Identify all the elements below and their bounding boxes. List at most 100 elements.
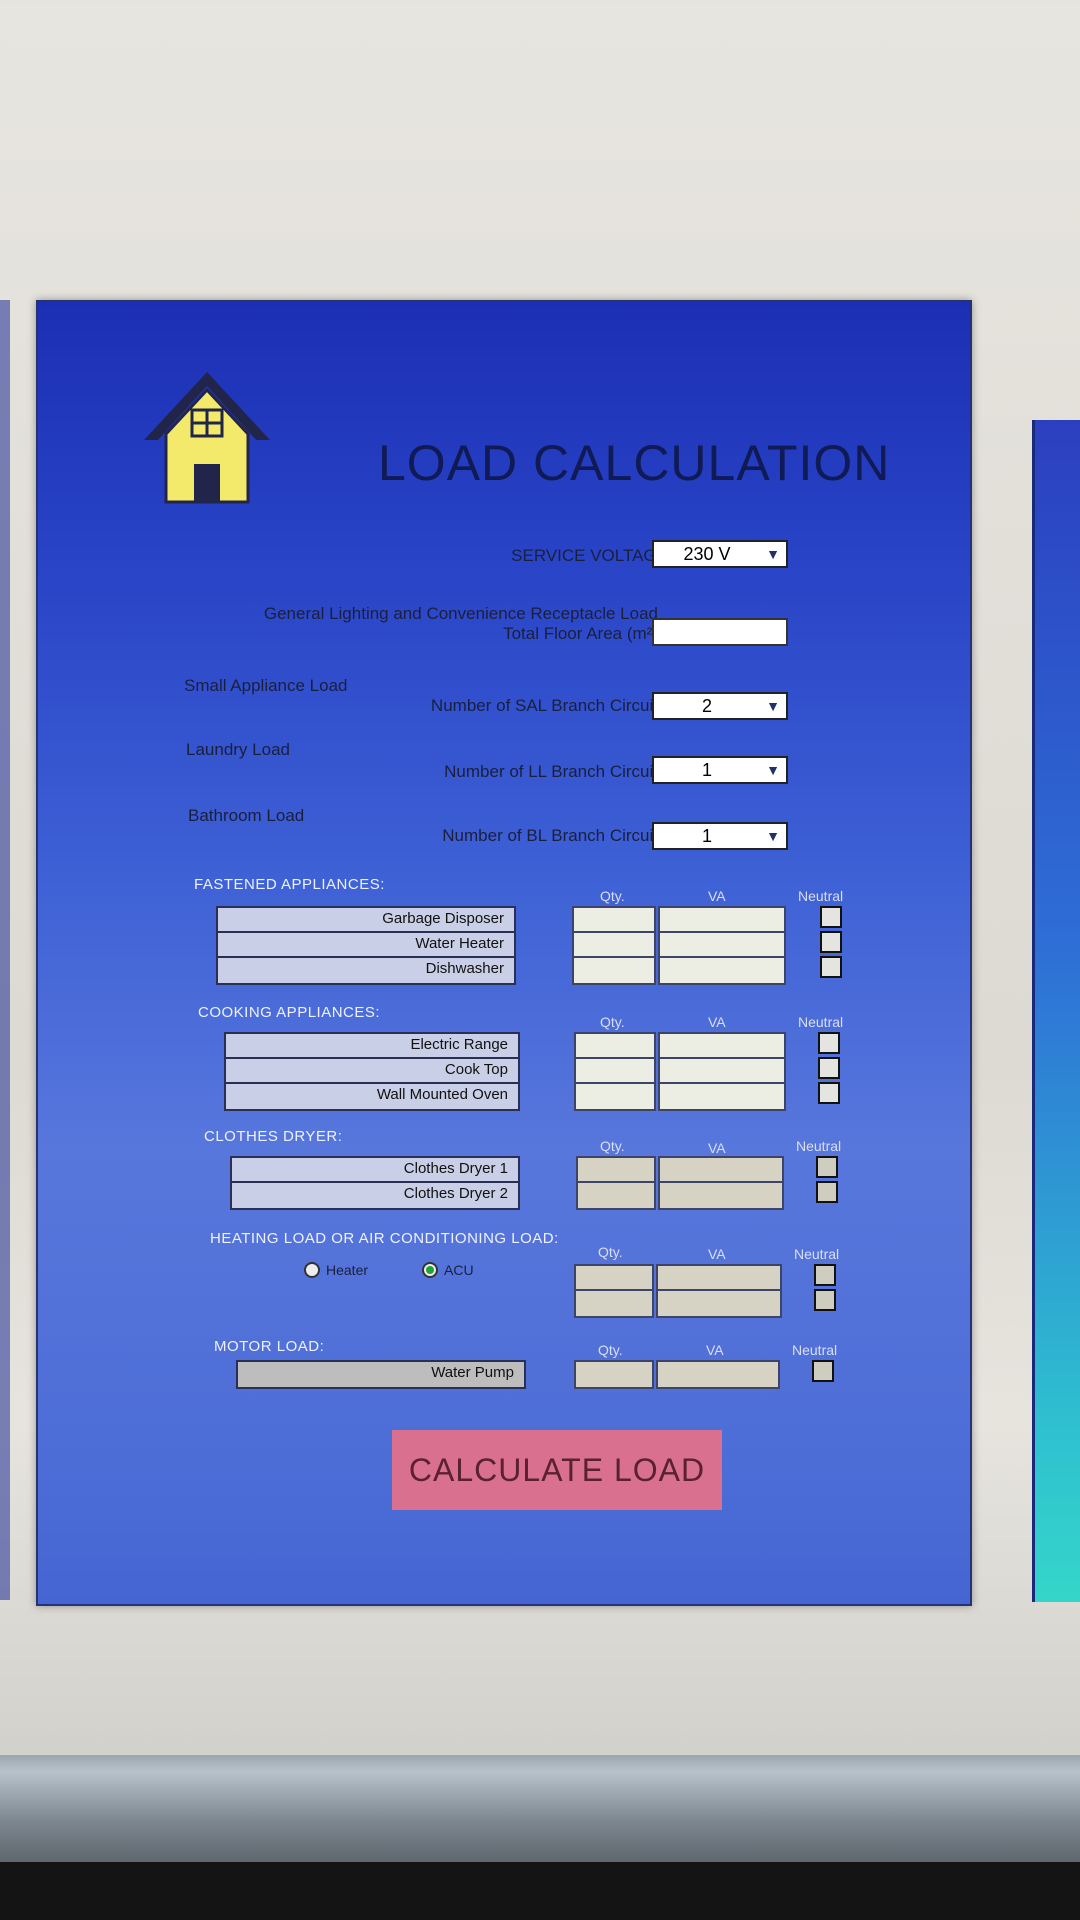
neutral-checkbox[interactable] (818, 1032, 840, 1054)
cooking-va-column (658, 1032, 786, 1111)
neutral-header: Neutral (792, 1342, 838, 1358)
va-input[interactable] (660, 908, 784, 933)
va-input[interactable] (660, 933, 784, 958)
list-item: Water Pump (238, 1362, 524, 1387)
chevron-down-icon[interactable]: ▼ (760, 546, 786, 562)
qty-input[interactable] (574, 958, 654, 983)
qty-header: Qty. (600, 1014, 625, 1030)
load-calculation-window: LOAD CALCULATION SERVICE VOLTAGE 230 V ▼… (36, 300, 972, 1606)
qty-input[interactable] (576, 1266, 652, 1291)
background-window (1032, 420, 1080, 1602)
qty-input[interactable] (574, 933, 654, 958)
va-input[interactable] (660, 1158, 782, 1183)
va-input[interactable] (660, 1034, 784, 1059)
list-item: Water Heater (218, 933, 514, 958)
acu-label: ACU (444, 1262, 474, 1278)
qty-input[interactable] (574, 908, 654, 933)
va-header: VA (708, 1246, 726, 1262)
acu-radio[interactable]: ACU (422, 1262, 474, 1278)
fastened-neutral-column (820, 906, 844, 981)
neutral-checkbox[interactable] (816, 1156, 838, 1178)
dryer-va-column (658, 1156, 784, 1210)
neutral-checkbox[interactable] (818, 1082, 840, 1104)
neutral-header: Neutral (796, 1138, 842, 1154)
qty-input[interactable] (576, 1034, 654, 1059)
house-icon (144, 372, 270, 504)
va-input[interactable] (658, 1362, 778, 1387)
ll-circuit-value: 1 (701, 759, 712, 780)
va-input[interactable] (658, 1266, 780, 1291)
cooking-list: Electric Range Cook Top Wall Mounted Ove… (224, 1032, 520, 1111)
neutral-header: Neutral (794, 1246, 840, 1262)
list-item: Wall Mounted Oven (226, 1084, 518, 1109)
neutral-checkbox[interactable] (820, 956, 842, 978)
sal-circuit-select[interactable]: 2 ▼ (652, 692, 788, 720)
sal-circuit-value: 2 (701, 695, 712, 716)
qty-input[interactable] (576, 1291, 652, 1316)
fastened-qty-column (572, 906, 656, 985)
cooking-heading: COOKING APPLIANCES: (198, 1004, 381, 1021)
service-voltage-select[interactable]: 230 V ▼ (652, 540, 788, 568)
va-input[interactable] (660, 1059, 784, 1084)
neutral-checkbox[interactable] (812, 1360, 834, 1382)
va-input[interactable] (660, 1183, 782, 1208)
background-window-edge (0, 300, 10, 1600)
monitor-bezel (0, 1755, 1080, 1865)
list-item: Dishwasher (218, 958, 514, 983)
neutral-checkbox[interactable] (820, 906, 842, 928)
neutral-checkbox[interactable] (816, 1181, 838, 1203)
motor-qty-column (574, 1360, 654, 1389)
service-voltage-value: 230 V (683, 543, 731, 564)
va-header: VA (708, 1140, 726, 1156)
neutral-header: Neutral (798, 1014, 844, 1030)
calculate-load-button[interactable]: CALCULATE LOAD (392, 1430, 722, 1510)
radio-button-selected[interactable] (422, 1262, 438, 1278)
list-item: Electric Range (226, 1034, 518, 1059)
neutral-checkbox[interactable] (814, 1264, 836, 1286)
radio-button[interactable] (304, 1262, 320, 1278)
ll-circuit-select[interactable]: 1 ▼ (652, 756, 788, 784)
list-item: Garbage Disposer (218, 908, 514, 933)
va-header: VA (706, 1342, 724, 1358)
motor-heading: MOTOR LOAD: (214, 1338, 325, 1355)
chevron-down-icon[interactable]: ▼ (760, 762, 786, 778)
heating-neutral-column (814, 1264, 838, 1314)
monitor-base (0, 1862, 1080, 1920)
qty-input[interactable] (576, 1362, 652, 1387)
qty-input[interactable] (576, 1059, 654, 1084)
qty-input[interactable] (578, 1158, 654, 1183)
fastened-va-column (658, 906, 786, 985)
fastened-heading: FASTENED APPLIANCES: (194, 876, 385, 893)
qty-header: Qty. (600, 1138, 625, 1154)
neutral-checkbox[interactable] (814, 1289, 836, 1311)
va-input[interactable] (658, 1291, 780, 1316)
neutral-checkbox[interactable] (818, 1057, 840, 1079)
chevron-down-icon[interactable]: ▼ (760, 698, 786, 714)
service-voltage-label: SERVICE VOLTAGE (511, 546, 668, 565)
heating-va-column (656, 1264, 782, 1318)
cooking-qty-column (574, 1032, 656, 1111)
va-input[interactable] (660, 958, 784, 983)
bathroom-heading: Bathroom Load (188, 806, 305, 825)
dryer-list: Clothes Dryer 1 Clothes Dryer 2 (230, 1156, 520, 1210)
va-input[interactable] (660, 1084, 784, 1109)
sal-circuit-label: Number of SAL Branch Circuit (430, 696, 658, 715)
qty-input[interactable] (578, 1183, 654, 1208)
chevron-down-icon[interactable]: ▼ (760, 828, 786, 844)
floor-area-label: Total Floor Area (m²) (503, 624, 658, 643)
qty-input[interactable] (576, 1084, 654, 1109)
heater-radio[interactable]: Heater (304, 1262, 368, 1278)
motor-list: Water Pump (236, 1360, 526, 1389)
list-item: Clothes Dryer 1 (232, 1158, 518, 1183)
motor-neutral-column (812, 1360, 836, 1385)
floor-area-input[interactable] (652, 618, 788, 646)
heater-label: Heater (326, 1262, 369, 1278)
small-appliance-heading: Small Appliance Load (184, 676, 348, 695)
bl-circuit-select[interactable]: 1 ▼ (652, 822, 788, 850)
list-item: Clothes Dryer 2 (232, 1183, 518, 1208)
general-lighting-label: General Lighting and Convenience Recepta… (263, 604, 658, 623)
neutral-checkbox[interactable] (820, 931, 842, 953)
qty-header: Qty. (598, 1342, 623, 1358)
fastened-list: Garbage Disposer Water Heater Dishwasher (216, 906, 516, 985)
va-header: VA (708, 888, 726, 904)
